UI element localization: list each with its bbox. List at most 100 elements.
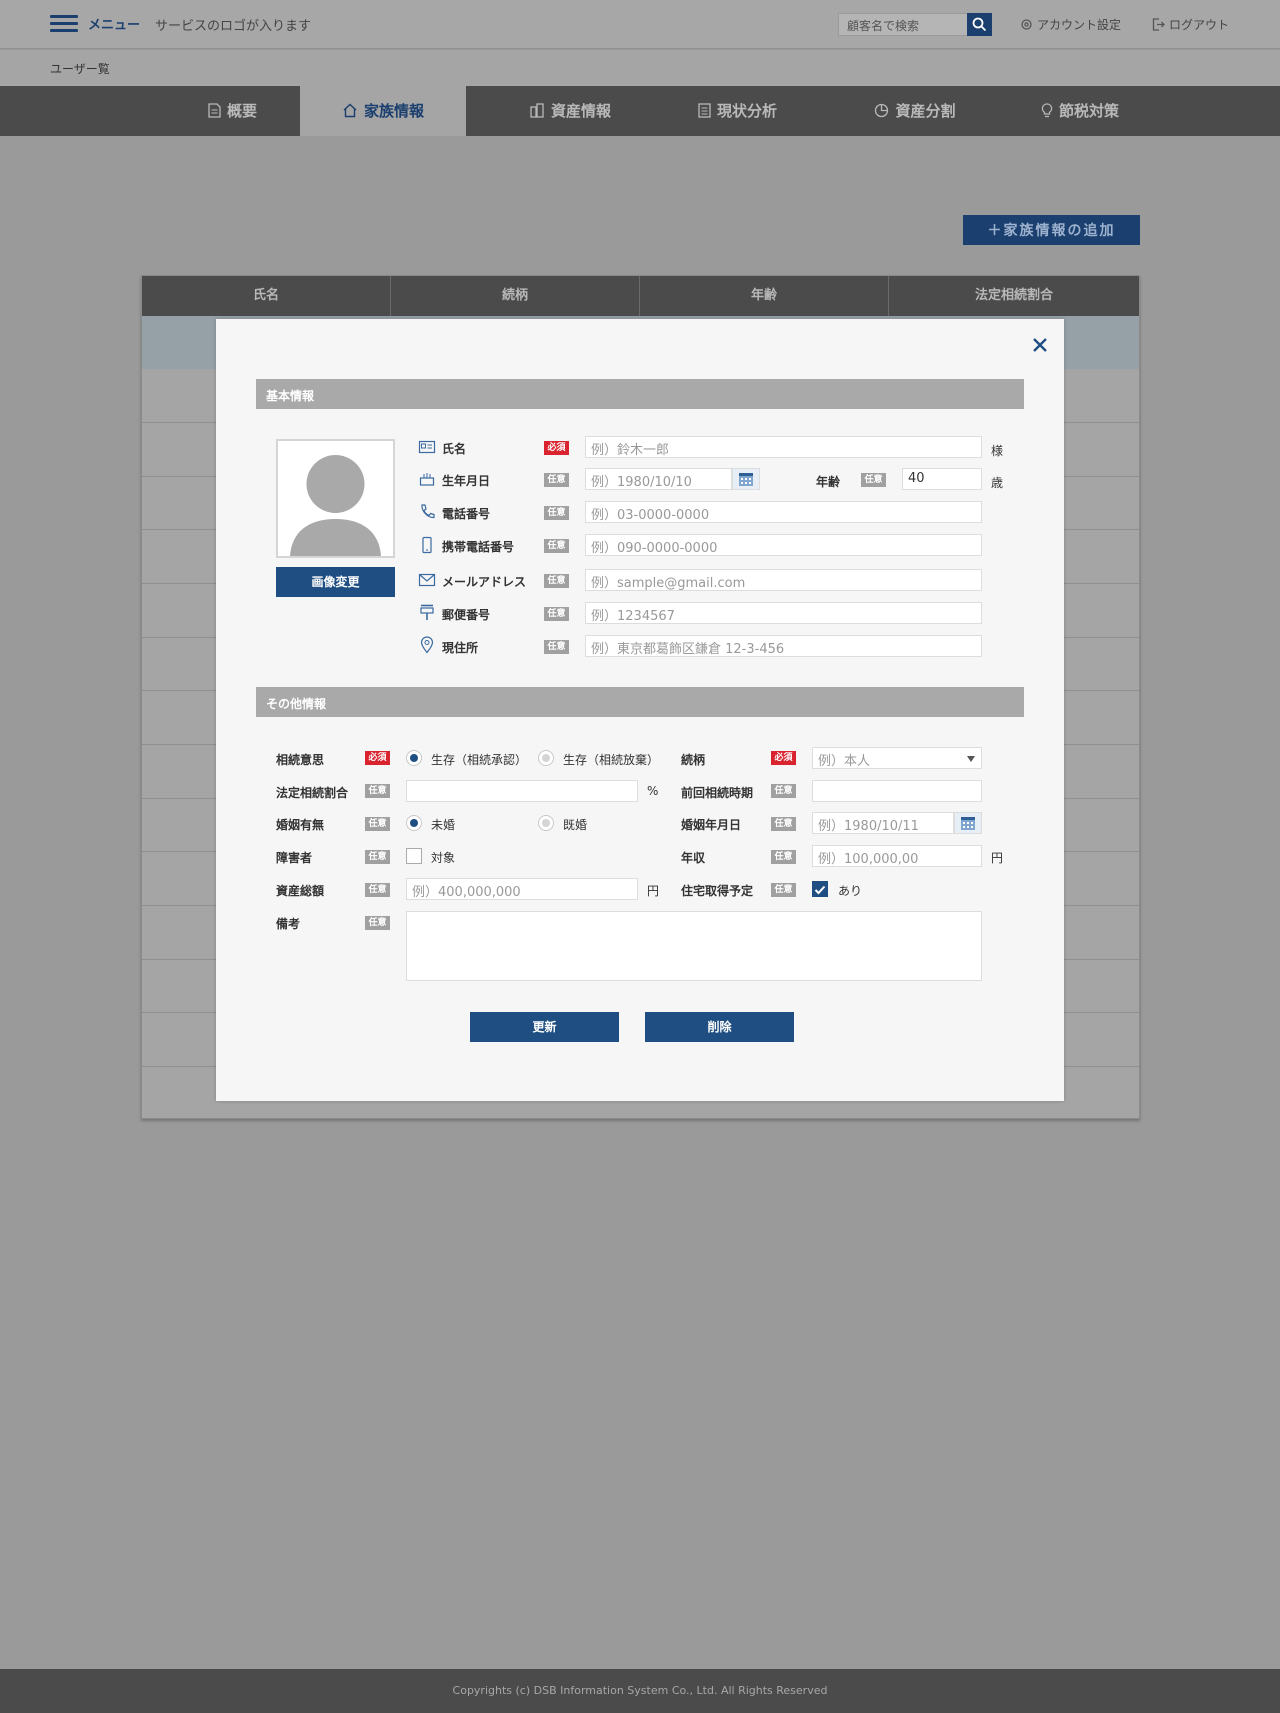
honorific-suffix: 様 (991, 444, 1004, 458)
edit-family-member-modal: 基本情報 画像変更 氏名 必須 例）鈴木一郎 様 生年月日 任意 例）1980/… (216, 319, 1064, 1101)
age-suffix: 歳 (991, 476, 1004, 490)
calendar-icon (739, 473, 753, 486)
inheritance-accept-radio[interactable] (406, 750, 422, 766)
marriage-date-calendar-button[interactable] (954, 812, 982, 834)
location-pin-icon (420, 636, 434, 654)
close-icon (1033, 338, 1047, 352)
change-image-button[interactable]: 画像変更 (276, 567, 395, 597)
close-button[interactable] (1029, 334, 1051, 356)
required-badge: 必須 (365, 751, 390, 765)
mobile-input[interactable]: 例）090-0000-0000 (585, 534, 982, 556)
unmarried-label: 未婚 (431, 818, 456, 832)
email-label: メールアドレス (442, 575, 527, 589)
logo-placeholder: サービスのロゴが入ります (155, 19, 312, 34)
menu-label[interactable]: メニュー (88, 14, 140, 33)
column-header-age: 年齢 (640, 276, 889, 316)
previous-inheritance-label: 前回相続時期 (681, 786, 754, 800)
total-assets-input[interactable]: 例）400,000,000 (406, 878, 638, 900)
update-button[interactable]: 更新 (470, 1012, 619, 1042)
table-header: 氏名 続柄 年齢 法定相続割合 (142, 276, 1139, 316)
gear-icon (1021, 19, 1032, 30)
postal-code-input[interactable]: 例）1234567 (585, 602, 982, 624)
yen-unit: 円 (991, 851, 1004, 865)
tab-label: 概要 (226, 102, 257, 120)
hamburger-menu-icon[interactable] (50, 15, 78, 33)
buildings-icon (530, 103, 544, 118)
account-settings-label: アカウント設定 (1037, 18, 1122, 32)
optional-badge: 任意 (544, 607, 569, 621)
tab-label: 資産分割 (895, 102, 956, 120)
add-family-info-button[interactable]: ＋家族情報の追加 (963, 215, 1140, 245)
tab-asset-division[interactable]: 資産分割 (830, 86, 1000, 136)
relationship-select[interactable]: 例）本人 (812, 747, 982, 769)
birthday-input[interactable]: 例）1980/10/10 (585, 468, 732, 490)
relationship-label: 続柄 (681, 753, 706, 767)
search-button[interactable] (967, 13, 992, 36)
column-header-legal-share: 法定相続割合 (974, 288, 1053, 303)
total-assets-label: 資産総額 (276, 884, 325, 898)
email-input[interactable]: 例）sample@gmail.com (585, 569, 982, 591)
delete-button[interactable]: 削除 (645, 1012, 794, 1042)
tab-asset-info[interactable]: 資産情報 (490, 86, 650, 136)
id-card-icon (418, 440, 436, 454)
age-input[interactable]: 40 (902, 468, 982, 490)
required-badge: 必須 (771, 751, 796, 765)
tab-status-analysis[interactable]: 現状分析 (660, 86, 815, 136)
housing-plan-checkbox[interactable] (812, 881, 828, 897)
optional-badge: 任意 (771, 784, 796, 798)
tab-tax-saving[interactable]: 節税対策 (1005, 86, 1155, 136)
breadcrumb-bar: ユーザー覧 (0, 50, 1280, 86)
notes-textarea[interactable] (406, 911, 982, 981)
optional-badge: 任意 (365, 883, 390, 897)
search-icon (972, 17, 987, 32)
address-input[interactable]: 例）東京都葛飾区鎌倉 12-3-456 (585, 635, 982, 657)
tab-label: 節税対策 (1058, 102, 1119, 120)
phone-label: 電話番号 (442, 507, 491, 521)
column-header-name: 氏名 (142, 276, 391, 316)
annual-income-input[interactable]: 例）100,000,00 (812, 845, 982, 867)
unmarried-radio[interactable] (406, 815, 422, 831)
previous-inheritance-input[interactable] (812, 780, 982, 802)
address-label: 現住所 (442, 641, 479, 655)
search-input[interactable]: 顧客名で検索 (838, 13, 968, 36)
inheritance-renounce-label: 生存（相続放棄） (563, 753, 660, 767)
name-label: 氏名 (442, 442, 467, 456)
married-label: 既婚 (563, 818, 588, 832)
married-radio[interactable] (538, 815, 554, 831)
analysis-icon (698, 103, 711, 118)
disability-checkbox[interactable] (406, 848, 422, 864)
inheritance-renounce-radio[interactable] (538, 750, 554, 766)
marriage-date-label: 婚姻年月日 (681, 818, 742, 832)
legal-share-label: 法定相続割合 (276, 786, 349, 800)
optional-badge: 任意 (365, 916, 390, 930)
cake-icon (419, 473, 435, 486)
mobile-label: 携帯電話番号 (442, 540, 515, 554)
notes-label: 備考 (276, 917, 301, 931)
tab-family-info[interactable]: 家族情報 (300, 86, 466, 136)
basic-info-section-title: 基本情報 (256, 379, 1024, 409)
account-settings-link[interactable]: アカウント設定 (1020, 16, 1121, 33)
pie-chart-icon (875, 103, 889, 118)
logout-label: ログアウト (1169, 18, 1230, 32)
optional-badge: 任意 (365, 784, 390, 798)
age-label: 年齢 (816, 475, 841, 489)
optional-badge: 任意 (544, 539, 569, 553)
optional-badge: 任意 (544, 640, 569, 654)
column-header-relationship: 続柄 (391, 276, 640, 316)
name-input[interactable]: 例）鈴木一郎 (585, 436, 982, 458)
birthday-calendar-button[interactable] (732, 468, 760, 490)
tab-label: 家族情報 (363, 102, 424, 120)
breadcrumb[interactable]: ユーザー覧 (50, 60, 110, 77)
optional-badge: 任意 (544, 473, 569, 487)
main-tabs: 概要 家族情報 資産情報 現状分析 資産分割 節税対策 (0, 86, 1280, 136)
phone-input[interactable]: 例）03-0000-0000 (585, 501, 982, 523)
document-icon (208, 103, 221, 118)
mobile-phone-icon (422, 536, 432, 554)
tab-label: 現状分析 (716, 102, 777, 120)
inheritance-intent-label: 相続意思 (276, 753, 325, 767)
logout-link[interactable]: ログアウト (1152, 16, 1229, 33)
checkmark-icon (814, 885, 826, 895)
marriage-date-input[interactable]: 例）1980/10/11 (812, 812, 954, 834)
tab-overview[interactable]: 概要 (165, 86, 300, 136)
legal-share-input[interactable] (406, 780, 638, 802)
